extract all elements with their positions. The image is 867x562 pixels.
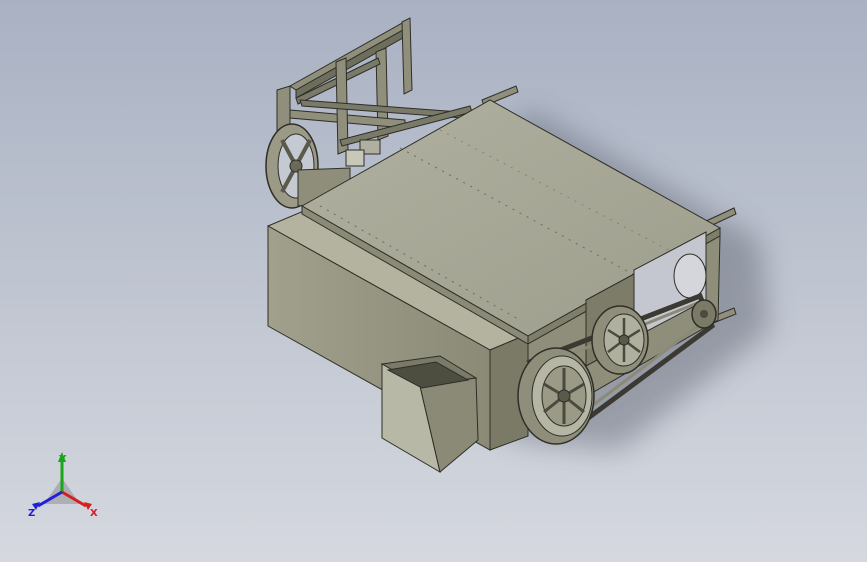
z-axis-label: Z — [28, 508, 35, 519]
x-axis-label: X — [90, 508, 98, 519]
triad-graphic: Y X Z — [28, 452, 98, 519]
graphics-viewport[interactable]: Y X Z — [0, 0, 867, 562]
y-axis-label: Y — [58, 454, 67, 465]
outlet-chute — [380, 355, 479, 474]
cad-model-view[interactable] — [0, 0, 867, 562]
orientation-triad: Y X Z — [22, 448, 106, 524]
